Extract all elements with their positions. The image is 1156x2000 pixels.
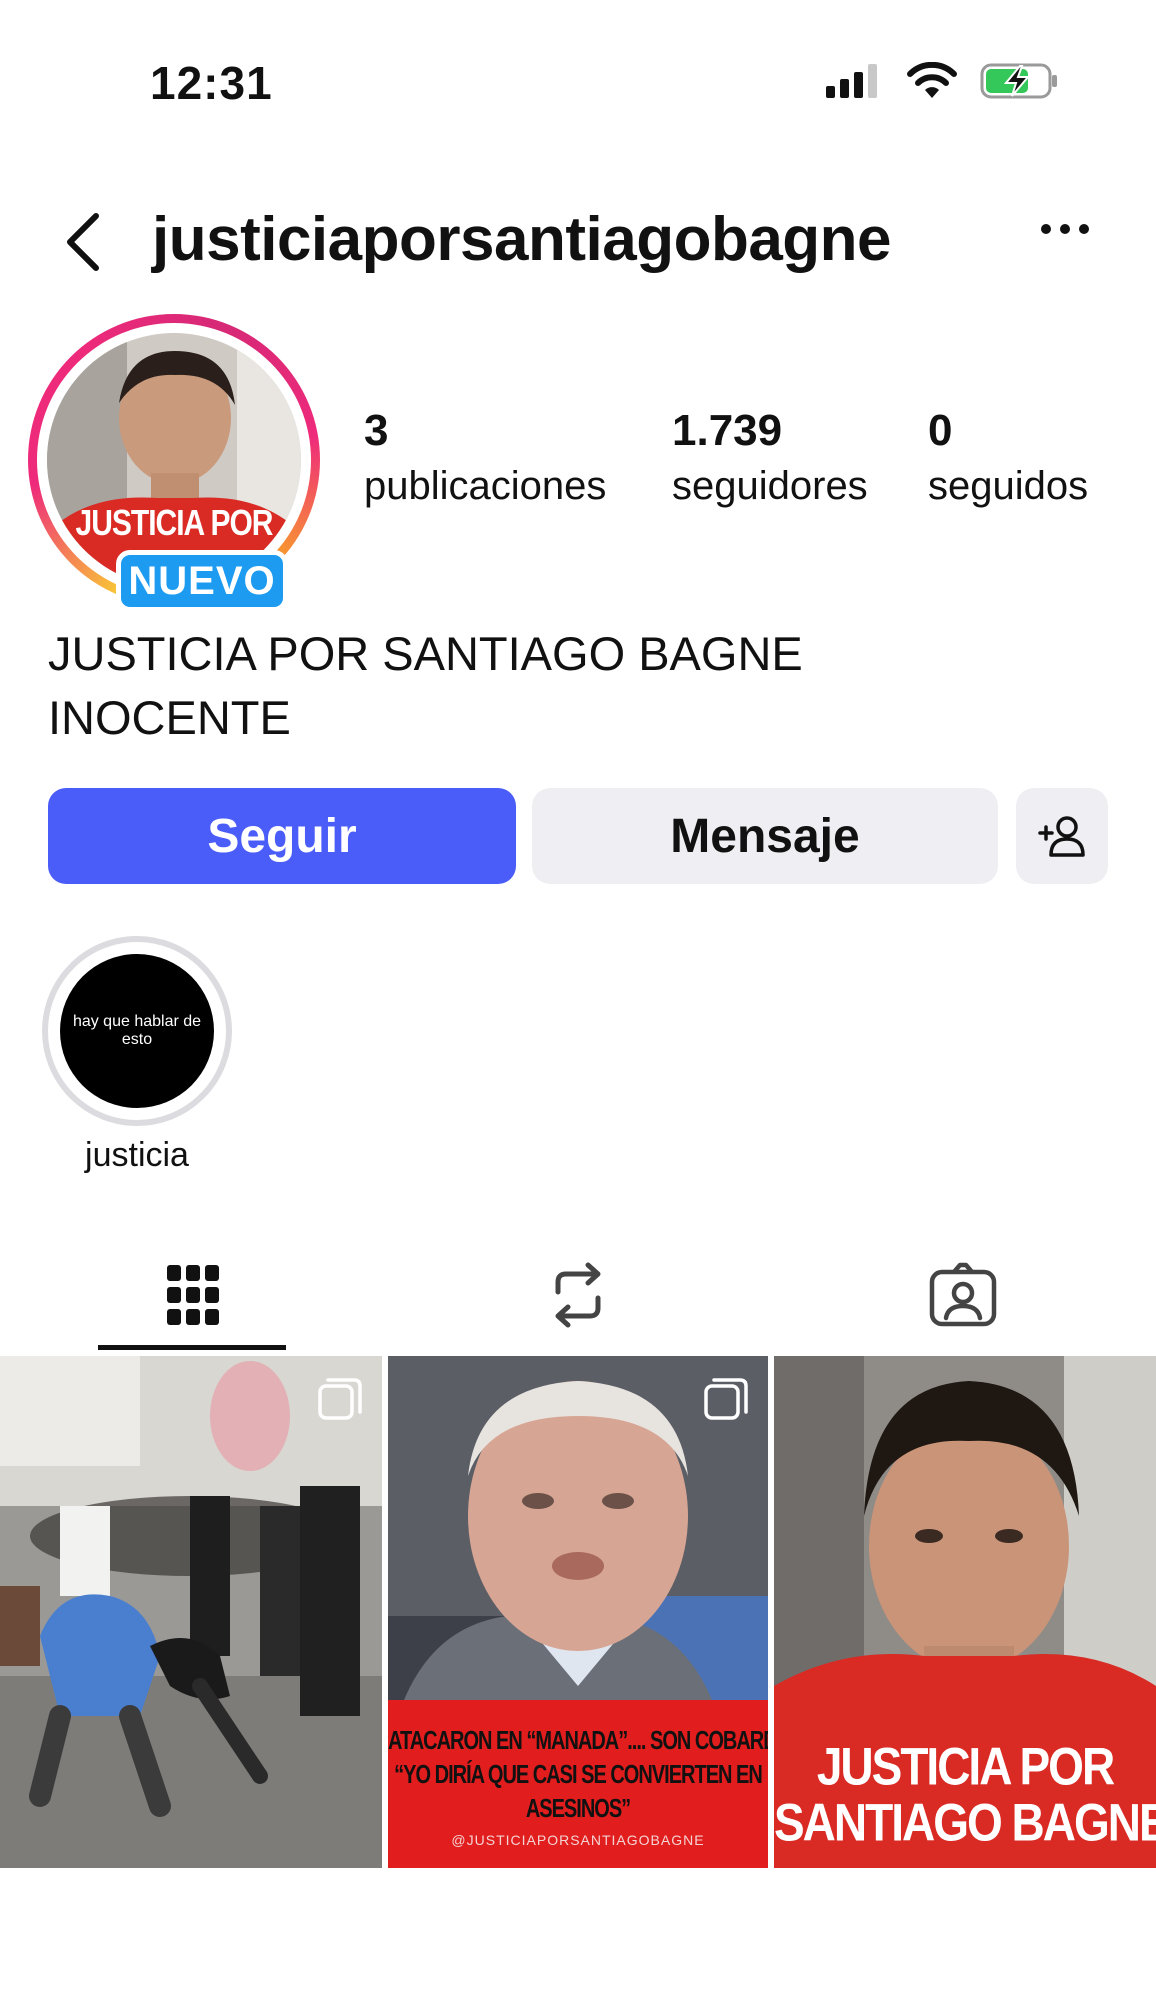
highlight-label: justicia	[85, 1136, 189, 1174]
repost-icon	[555, 1262, 601, 1328]
post-thumbnail[interactable]: JUSTICIA POR SANTIAGO BAGNE	[774, 1356, 1156, 1868]
profile-username: justiciaporsantiagobagne	[152, 205, 892, 274]
tab-reposts[interactable]	[483, 1240, 673, 1350]
post-thumbnail[interactable]: ATACARON EN “MANADA”.... SON COBARDES “Y…	[388, 1356, 768, 1868]
caption-line: ASESINOS”	[525, 1794, 631, 1824]
active-tab-indicator	[98, 1345, 286, 1350]
wifi-icon	[907, 62, 957, 98]
profile-tabs	[0, 1240, 1156, 1360]
stat-followers-label: seguidores	[672, 464, 868, 508]
multiple-posts-icon	[318, 1378, 362, 1420]
tab-posts-grid[interactable]	[98, 1240, 288, 1350]
profile-bio: JUSTICIA POR SANTIAGO BAGNE INOCENTE	[48, 622, 1048, 750]
status-time: 12:31	[150, 57, 273, 109]
story-highlight[interactable]: hay que hablar de esto justicia	[42, 936, 232, 1176]
new-badge: NUEVO	[116, 550, 288, 612]
more-horizontal-icon	[1041, 224, 1089, 234]
multiple-posts-icon	[704, 1378, 748, 1420]
posts-grid: ATACARON EN “MANADA”.... SON COBARDES “Y…	[0, 1356, 1156, 1868]
bio-line: JUSTICIA POR SANTIAGO BAGNE	[48, 627, 803, 680]
battery-charging-icon	[980, 63, 1057, 99]
bio-line: INOCENTE	[48, 691, 291, 744]
avatar-shirt-text: JUSTICIA POR	[75, 503, 274, 544]
caption-line: JUSTICIA POR	[816, 1736, 1115, 1796]
stat-followers[interactable]: 1.739 seguidores	[672, 404, 868, 514]
stat-following-count: 0	[928, 406, 953, 455]
stat-following-label: seguidos	[928, 464, 1089, 508]
stat-posts[interactable]: 3 publicaciones	[364, 404, 606, 514]
avatar-photo: JUSTICIA POR	[47, 333, 301, 587]
stat-posts-label: publicaciones	[364, 464, 607, 508]
chevron-left-icon	[67, 213, 99, 271]
profile-stats: 3 publicaciones 1.739 seguidores 0 segui…	[364, 404, 1124, 524]
tab-tagged[interactable]	[868, 1240, 1058, 1350]
follow-button[interactable]: Seguir	[48, 788, 516, 884]
stat-following[interactable]: 0 seguidos	[928, 404, 1088, 514]
cellular-signal-icon	[826, 64, 877, 98]
caption-line: SANTIAGO BAGNE	[774, 1792, 1156, 1852]
add-person-icon	[1038, 816, 1085, 857]
status-bar: 12:31	[0, 0, 1156, 150]
status-icons	[826, 62, 1060, 100]
profile-avatar[interactable]: JUSTICIA POR NUEVO	[28, 314, 320, 612]
grid-icon	[167, 1265, 219, 1325]
suggested-users-button[interactable]	[1016, 788, 1108, 884]
tagged-person-icon	[929, 1262, 997, 1327]
highlight-cover: hay que hablar de esto	[60, 954, 214, 1108]
street-scene-image	[0, 1356, 382, 1868]
back-button[interactable]	[56, 206, 116, 276]
stat-followers-count: 1.739	[672, 406, 783, 455]
more-options-button[interactable]	[1030, 204, 1100, 254]
stat-posts-count: 3	[364, 406, 389, 455]
post-caption: JUSTICIA POR SANTIAGO BAGNE	[774, 1736, 1156, 1852]
profile-header: justiciaporsantiagobagne	[0, 190, 1156, 290]
message-button[interactable]: Mensaje	[532, 788, 998, 884]
post-thumbnail[interactable]	[0, 1356, 382, 1868]
post-caption: ATACARON EN “MANADA”.... SON COBARDES “Y…	[388, 1724, 768, 1854]
